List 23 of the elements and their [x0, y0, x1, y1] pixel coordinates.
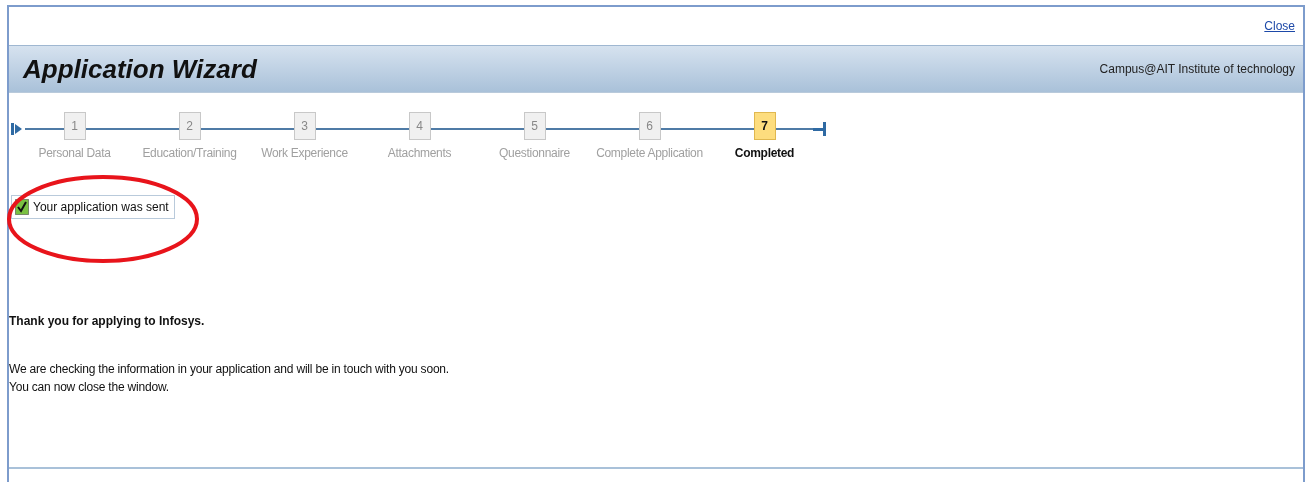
step-label: Attachments — [387, 146, 452, 160]
step-number[interactable]: 6 — [638, 112, 661, 140]
step-label: Questionnaire — [499, 146, 570, 160]
step-number[interactable]: 2 — [178, 112, 201, 140]
step-number[interactable]: 3 — [293, 112, 316, 140]
step-number[interactable]: 5 — [523, 112, 546, 140]
start-marker-icon — [11, 123, 23, 135]
body-text: We are checking the information in your application and will be in touch with you soon. — [9, 362, 450, 376]
body-text: You can now close the window. — [9, 380, 170, 394]
message-text: Your application was sent — [33, 200, 169, 214]
step-label: Work Experience — [261, 146, 348, 160]
thank-you-text: Thank you for applying to Infosys. — [9, 314, 206, 328]
step-label: Personal Data — [38, 146, 111, 160]
step-label: Complete Application — [596, 146, 703, 160]
organization-name: Campus@AIT Institute of technology — [1099, 62, 1295, 76]
step-label: Education/Training — [142, 146, 237, 160]
close-link[interactable]: Close — [1264, 19, 1295, 33]
step-number[interactable]: 1 — [63, 112, 86, 140]
end-marker-icon — [813, 122, 827, 136]
wizard-title: Application Wizard — [23, 53, 257, 85]
step-label: Completed — [734, 146, 795, 160]
step-number[interactable]: 4 — [408, 112, 431, 140]
step-number[interactable]: 7 — [753, 112, 776, 140]
